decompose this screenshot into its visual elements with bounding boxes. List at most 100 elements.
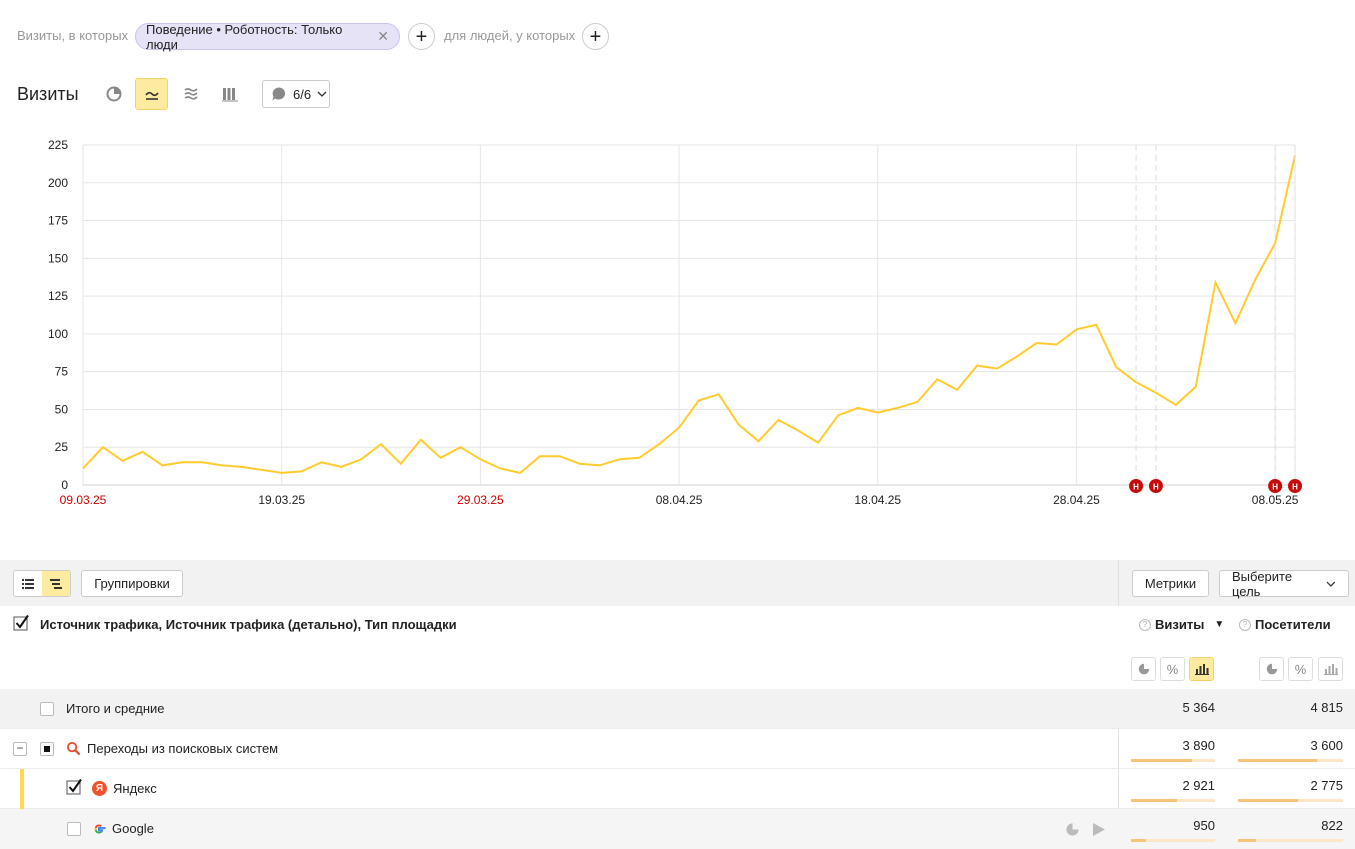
notes-count: 6/6 [293,86,312,102]
row-visitors: 3 600 [1310,738,1343,753]
goal-select-label: Выберите цель [1232,568,1293,599]
close-icon[interactable]: ✕ [377,28,389,45]
visits-share-bar [1131,839,1215,842]
y-tick-label: 100 [48,327,68,341]
row-visits: 2 921 [1182,778,1215,793]
tree-view-button[interactable] [42,571,70,596]
visitors-column-header[interactable]: ? Посетители [1239,617,1331,632]
tree-icon [50,578,62,589]
segment-chip[interactable]: Поведение • Роботность: Только люди ✕ [135,21,400,52]
row-label: Переходы из поисковых систем [66,741,278,756]
pie-chart-icon [1266,663,1277,675]
help-icon[interactable]: ? [1139,618,1151,631]
y-tick-label: 75 [55,365,69,379]
segment-filter-row: Визиты, в которых Поведение • Роботность… [0,0,1355,72]
pie-chart-button[interactable] [97,78,130,110]
row-visits: 950 [1193,818,1215,833]
bar-chart-button[interactable] [213,78,246,110]
groupings-button[interactable]: Группировки [81,570,183,597]
holiday-marker-label: Н [1292,483,1298,492]
plus-icon: + [589,25,602,48]
yandex-icon: Я [92,781,107,796]
total-row: Итого и средние 5 364 4 815 [0,689,1355,729]
pie-chart-icon [106,86,121,102]
table-view-toggle [13,570,71,597]
notes-dropdown[interactable]: 6/6 [262,80,330,108]
google-icon [94,823,106,834]
y-tick-label: 175 [48,214,68,228]
play-icon[interactable] [1092,822,1106,837]
bars-icon [1194,664,1209,675]
row-checkbox[interactable] [67,822,81,836]
visits-line-chart: 0 25 50 75 100 125 150 175 200 225 09.03.25 19.03.… [48,138,1302,507]
sort-desc-icon: ▼ [1214,619,1225,630]
collapse-button[interactable]: − [13,742,27,756]
visits-percent-button[interactable]: % [1160,657,1185,681]
visits-share-bar [1131,759,1215,762]
row-label: Google [92,821,154,836]
segment-chip-label: Поведение • Роботность: Только люди [146,21,343,52]
y-tick-label: 0 [61,478,68,492]
row-checkbox[interactable] [66,778,84,796]
column-chart-icon [221,88,238,102]
visitors-share-bar [1238,799,1343,802]
visitors-share-bar [1238,759,1343,762]
visits-series-line [82,155,1296,474]
x-tick-label: 08.04.25 [656,493,703,507]
area-chart-icon [184,88,198,100]
y-tick-label: 225 [48,138,68,152]
visits-bars-button[interactable] [1189,657,1214,681]
row-visitors: 822 [1321,818,1343,833]
pie-chart-icon [1138,663,1149,675]
help-icon[interactable]: ? [1239,618,1251,631]
total-visitors: 4 815 [1310,700,1343,715]
list-icon [22,578,34,589]
visits-pie-button[interactable] [1131,657,1156,681]
visits-column-label: Визиты [1155,617,1205,632]
chevron-down-icon [317,91,327,97]
x-tick-label: 09.03.25 [60,493,107,507]
line-chart-button[interactable] [135,78,168,110]
holiday-marker-label: Н [1153,483,1159,492]
x-tick-label: 08.05.25 [1252,493,1299,507]
chevron-down-icon [1326,581,1336,587]
percent-icon: % [1166,661,1179,677]
row-label-text: Переходы из поисковых систем [87,741,279,756]
visitors-share-bar [1238,839,1343,842]
table-toolbar: Группировки Метрики Выберите цель [0,560,1355,606]
row-label: Я Яндекс [92,781,157,796]
visitors-pie-button[interactable] [1259,657,1284,681]
add-people-condition-button[interactable]: + [582,23,609,50]
total-row-checkbox[interactable] [40,702,54,716]
comment-icon [272,87,286,101]
y-tick-label: 125 [48,289,68,303]
visitors-percent-button[interactable]: % [1288,657,1313,681]
table-header: Источник трафика, Источник трафика (дета… [0,606,1355,690]
y-tick-label: 25 [55,440,69,454]
visitors-bars-button[interactable] [1318,657,1343,681]
dimensions-title[interactable]: Источник трафика, Источник трафика (дета… [40,617,457,632]
list-view-button[interactable] [14,571,42,596]
row-checkbox[interactable] [40,742,54,756]
visitors-column-label: Посетители [1255,617,1331,632]
line-chart-icon [144,91,159,100]
table-row-search-engines[interactable]: − Переходы из поисковых систем 3 890 3 6… [0,729,1355,769]
x-tick-label: 28.04.25 [1053,493,1100,507]
segment-prefix: Визиты, в которых [17,28,129,43]
row-visits: 3 890 [1182,738,1215,753]
row-label-text: Google [112,821,154,836]
add-visit-condition-button[interactable]: + [408,23,435,50]
visits-column-header[interactable]: ? Визиты ▼ [1139,617,1224,632]
search-icon [66,741,81,756]
people-condition-label: для людей, у которых [444,28,576,43]
select-all-checkbox[interactable] [13,614,31,632]
area-chart-button[interactable] [174,78,207,110]
table-row-yandex[interactable]: Я Яндекс 2 921 2 775 [0,769,1355,809]
y-tick-label: 150 [48,251,68,265]
percent-icon: % [1294,661,1307,677]
x-tick-label: 29.03.25 [457,493,504,507]
metrics-button[interactable]: Метрики [1132,570,1209,597]
table-row-google[interactable]: Google 950 822 [0,809,1355,849]
pie-chart-icon[interactable] [1065,822,1080,837]
goal-select[interactable]: Выберите цель [1219,568,1349,599]
